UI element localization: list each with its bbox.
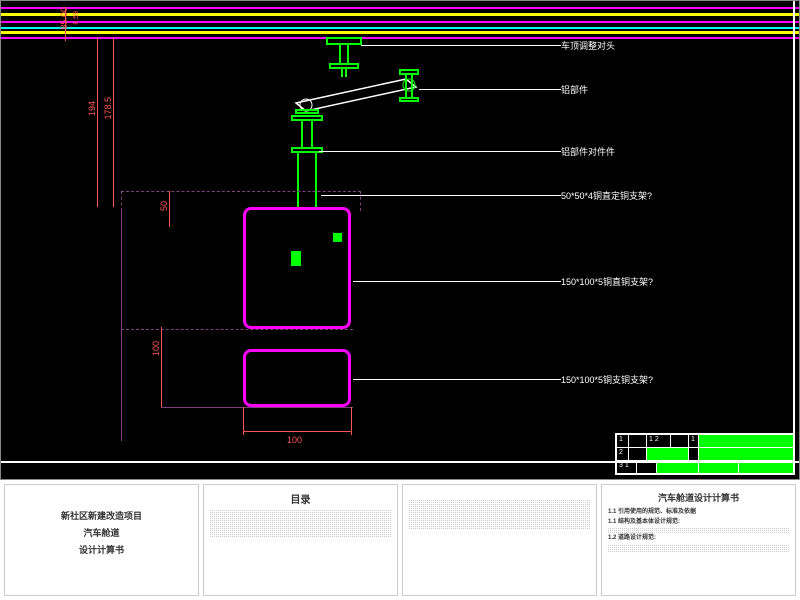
tb-r2c5 — [689, 448, 699, 460]
tube-lower — [243, 349, 351, 407]
leader-4 — [321, 195, 561, 196]
cad-drawing-viewport: 85.00 6.59 194 178.5 50 100 150 34 100 — [0, 0, 800, 480]
rail-top-2 — [1, 13, 800, 16]
dim-1785: 178.5 — [103, 97, 113, 120]
anno-2: 铝部件 — [561, 83, 588, 96]
rail-top-3 — [1, 21, 800, 23]
clamp-top — [326, 37, 362, 45]
dim-100b: 100 — [287, 435, 302, 445]
thumb-toc-1[interactable]: 目录 — [203, 484, 398, 596]
dim-ext-100 — [161, 327, 162, 407]
rail-top-6 — [1, 37, 800, 39]
title-block: 1 1 2 1 污水管道抗点图 2 1 看列标 1 栏点环图 3 1 图号 16… — [615, 433, 795, 475]
tb-r1c1: 1 — [617, 435, 629, 447]
nut-2b — [399, 97, 419, 102]
leader-2 — [419, 89, 561, 90]
dim-ext-100b-l — [243, 407, 244, 435]
tb-row-2: 2 1 看列标 1 栏点环图 — [617, 447, 793, 460]
dim-194: 194 — [87, 101, 97, 116]
dim-100: 100 — [151, 341, 161, 356]
leader-3 — [319, 151, 561, 152]
dim-659: 6.59 — [73, 11, 80, 25]
anno-6: 150*100*5铜支铜支架? — [561, 373, 653, 386]
tb-r1c2 — [629, 435, 647, 447]
dim-line-100b — [243, 431, 351, 432]
thumb1-line1: 新社区新建改造项目 — [11, 509, 192, 522]
thumb4-title: 汽车舱道设计计算书 — [608, 491, 789, 504]
bolt-3 — [301, 121, 313, 147]
bolt-shaft-1 — [339, 45, 349, 65]
thumbnail-strip: 新社区新建改造项目 汽车舱道 设计计算书 目录 汽车舱道设计计算书 1.1 引用… — [0, 480, 800, 600]
tb-r1c4 — [671, 435, 689, 447]
thumb1-line3: 设计计算书 — [11, 543, 192, 556]
thumb-page-1[interactable]: 汽车舱道设计计算书 1.1 引用使用的规范、标准及依据 1.1 结构及基本体设计… — [601, 484, 796, 596]
rail-top-5 — [1, 31, 800, 34]
leader-1 — [361, 45, 561, 46]
thumb-cover[interactable]: 新社区新建改造项目 汽车舱道 设计计算书 — [4, 484, 199, 596]
tb-r2c1: 2 — [617, 448, 629, 460]
tb-drawing-title: 污水管道抗点图 — [699, 435, 793, 447]
context-left-v — [121, 211, 122, 441]
thumb1-line2: 汽车舱道 — [11, 526, 192, 539]
leader-6 — [353, 379, 561, 380]
rail-top-1 — [1, 7, 800, 9]
nut-3a — [295, 109, 319, 114]
thumb4-sec11: 1.1 引用使用的规范、标准及依据 — [608, 508, 789, 518]
thumb4-sec11b: 1.1 结构及基本体设计规范: — [608, 518, 789, 528]
context-midline — [121, 329, 353, 330]
tb-r2c2 — [629, 448, 647, 460]
tb-r1c5: 1 — [689, 435, 699, 447]
leader-5 — [353, 281, 561, 282]
tb-row-1: 1 1 2 1 污水管道抗点图 — [617, 435, 793, 447]
dim-ext-50 — [169, 191, 170, 227]
dim-ext-100b-r — [351, 407, 352, 435]
dim-50: 50 — [159, 201, 169, 211]
anno-4: 50*50*4铜直定铜支架? — [561, 189, 652, 202]
anno-3: 铝部件对件件 — [561, 145, 615, 158]
tb-r2c7: 1 栏点环图 — [699, 448, 793, 460]
dim-34: 34 — [333, 233, 342, 242]
frame-bottom — [1, 461, 800, 463]
frame-right — [793, 1, 795, 463]
thumb2-title: 目录 — [210, 491, 391, 506]
thumb4-sec12: 1.2 道路设计规范: — [608, 534, 789, 544]
anno-1: 车顶调整对头 — [561, 39, 615, 52]
tb-r1c3: 1 2 — [647, 435, 671, 447]
rail-top-4 — [1, 27, 800, 29]
dim-85: 85.00 — [59, 7, 69, 30]
anno-5: 150*100*5铜直铜支架? — [561, 275, 653, 288]
dim-ext-1785 — [113, 37, 114, 207]
bolt-2 — [405, 75, 413, 97]
context-baseline — [161, 407, 353, 408]
plate-1 — [291, 147, 323, 153]
thumb-toc-2[interactable] — [402, 484, 597, 596]
dim-150: 150 — [291, 251, 301, 266]
tb-r2c3: 1 看列标 — [647, 448, 689, 460]
tube-upper — [243, 207, 351, 329]
dim-ext-194 — [97, 37, 98, 207]
